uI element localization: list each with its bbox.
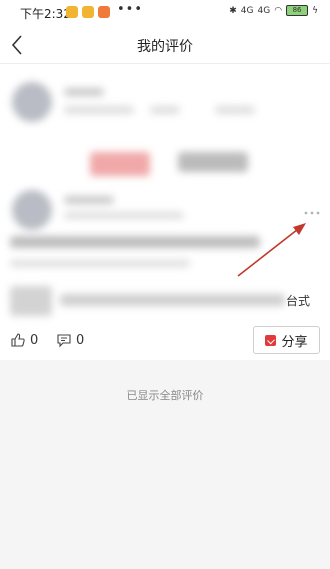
status-indicators: ✱ 4G 4G ◠ 86 ϟ <box>229 5 318 16</box>
signal-icon: 4G <box>257 5 271 16</box>
notification-app-icon <box>66 6 78 18</box>
comment-count: 0 <box>76 332 85 348</box>
product-title-fragment: 台式 <box>286 294 311 308</box>
bluetooth-icon: ✱ <box>229 5 237 16</box>
like-count: 0 <box>30 332 39 348</box>
nav-bar: 我的评价 <box>0 26 330 64</box>
status-bar: 下午2:32 ••• ✱ 4G 4G ◠ 86 ϟ <box>0 0 330 26</box>
page-title: 我的评价 <box>137 39 193 55</box>
comment-icon <box>57 334 71 348</box>
review-card: 台式 0 0 分享 <box>0 64 330 360</box>
notification-app-icon <box>82 6 94 18</box>
like-button[interactable]: 0 <box>10 332 38 348</box>
annotation-arrow <box>237 223 306 277</box>
share-button[interactable]: 分享 <box>253 326 320 354</box>
review-actions: 0 0 分享 <box>0 326 330 360</box>
signal-icon: 4G <box>240 5 254 16</box>
status-time: 下午2:32 <box>20 7 71 21</box>
thumbs-up-icon <box>11 333 25 347</box>
more-notifications-icon: ••• <box>117 2 144 17</box>
charging-icon: ϟ <box>312 5 318 16</box>
share-icon <box>265 334 277 346</box>
comment-button[interactable]: 0 <box>56 332 84 348</box>
battery-icon: 86 <box>286 5 309 16</box>
notification-app-icon <box>98 6 110 18</box>
share-label: 分享 <box>281 334 308 350</box>
all-reviews-shown-text: 已显示全部评价 <box>126 389 204 402</box>
wifi-icon: ◠ <box>274 5 283 16</box>
